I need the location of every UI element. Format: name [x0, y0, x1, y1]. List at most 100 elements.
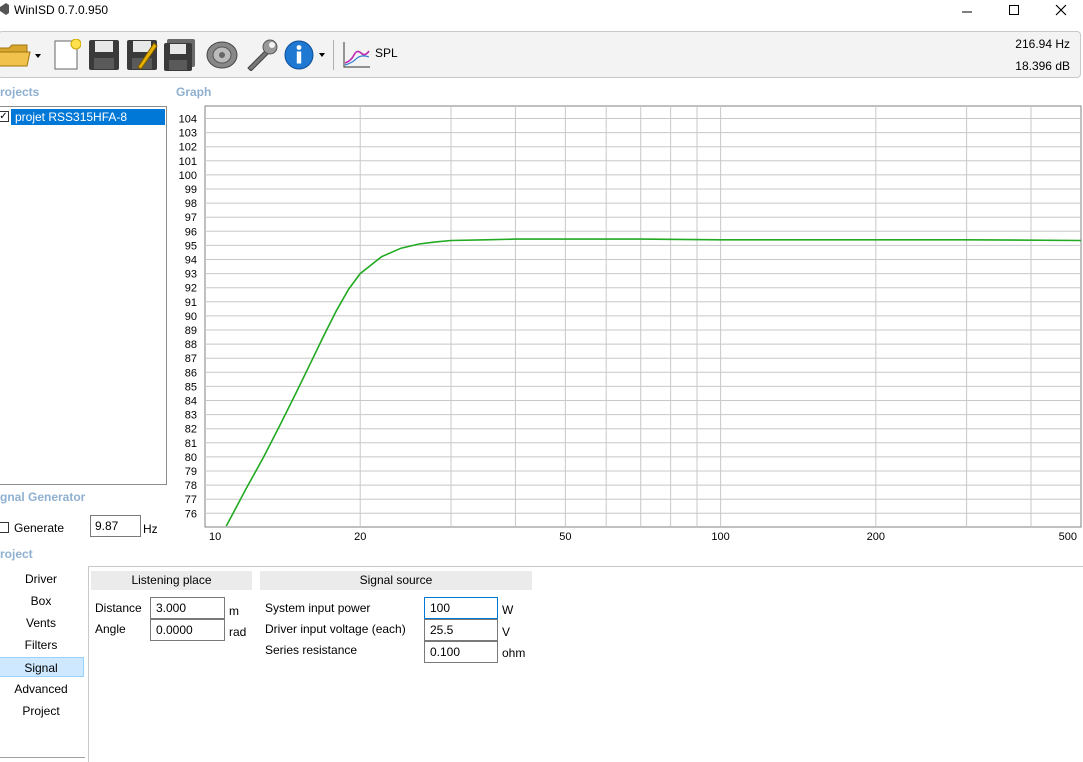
window-title: WinISD 0.7.0.950	[14, 3, 109, 17]
system-power-unit: W	[502, 603, 514, 617]
driver-editor-button[interactable]	[204, 36, 240, 74]
app-icon	[0, 3, 9, 15]
close-icon	[1055, 4, 1067, 16]
x-tick-label: 10	[209, 531, 221, 543]
minimize-button[interactable]	[944, 0, 990, 20]
angle-label: Angle	[95, 622, 126, 636]
spl-label[interactable]: SPL	[375, 46, 398, 60]
x-tick-label: 500	[1059, 531, 1077, 543]
spl-graph[interactable]: 104 103 102 101 100 99 98 97 96 95 94 93 92 91 90 89 88 8…	[172, 104, 1083, 546]
y-tick-label: 84	[185, 396, 197, 408]
save-button[interactable]	[87, 36, 121, 74]
driver-icon	[206, 41, 238, 69]
nav-vents[interactable]: Vents	[0, 613, 84, 633]
close-button[interactable]	[1038, 0, 1083, 20]
title-bar	[0, 0, 1083, 22]
distance-unit: m	[229, 604, 239, 618]
generator-frequency-unit: Hz	[143, 522, 158, 536]
maximize-icon	[1009, 5, 1019, 15]
nav-project[interactable]: Project	[0, 701, 84, 721]
y-tick-label: 91	[185, 297, 197, 309]
cursor-frequency-readout: 216.94 Hz	[1015, 37, 1070, 51]
project-list-item[interactable]: projet RSS315HFA-8	[11, 109, 165, 125]
distance-label: Distance	[95, 601, 142, 615]
nav-signal[interactable]: Signal	[0, 657, 84, 677]
y-tick-label: 78	[185, 480, 197, 492]
nav-advanced[interactable]: Advanced	[0, 679, 84, 699]
signal-source-header: Signal source	[260, 571, 532, 590]
y-tick-label: 76	[185, 508, 197, 520]
save-icon	[89, 40, 119, 70]
y-tick-label: 80	[185, 452, 197, 464]
y-tick-label: 96	[185, 226, 197, 238]
project-checkbox[interactable]: ✓	[0, 111, 9, 122]
open-folder-icon	[0, 44, 41, 67]
distance-input[interactable]: 3.000	[150, 597, 225, 619]
y-tick-label: 86	[185, 367, 197, 379]
driver-voltage-input[interactable]: 25.5	[424, 619, 498, 641]
project-section-title: roject	[0, 547, 33, 561]
info-button[interactable]	[283, 36, 329, 74]
y-tick-label: 95	[185, 240, 197, 252]
x-tick-label: 20	[354, 531, 366, 543]
maximize-button[interactable]	[991, 0, 1037, 20]
y-tick-label: 82	[185, 424, 197, 436]
minimize-icon	[962, 11, 972, 13]
y-tick-label: 90	[185, 311, 197, 323]
angle-unit: rad	[229, 625, 247, 639]
y-tick-label: 81	[185, 438, 197, 450]
x-tick-label: 100	[711, 531, 729, 543]
generator-frequency-input[interactable]: 9.87	[90, 515, 141, 537]
y-tick-label: 99	[185, 184, 197, 196]
projects-section-title: rojects	[0, 85, 40, 99]
plot-area	[204, 105, 1082, 528]
graph-section-title: Graph	[176, 85, 212, 99]
series-resistance-label: Series resistance	[265, 643, 358, 657]
y-tick-label: 98	[185, 198, 197, 210]
generate-checkbox[interactable]	[0, 522, 9, 533]
new-document-icon	[54, 39, 81, 70]
x-tick-label: 200	[867, 531, 885, 543]
y-tick-label: 79	[185, 466, 197, 478]
y-tick-label: 83	[185, 410, 197, 422]
new-project-button[interactable]	[52, 36, 82, 74]
y-tick-label: 101	[179, 156, 197, 168]
system-power-label: System input power	[265, 601, 371, 615]
series-resistance-unit: ohm	[502, 646, 526, 660]
y-tick-label: 100	[179, 170, 197, 182]
save-as-button[interactable]	[125, 36, 159, 74]
settings-wrench-icon	[247, 39, 278, 71]
info-icon	[284, 40, 325, 70]
open-project-button[interactable]	[0, 36, 44, 74]
y-tick-label: 97	[185, 212, 197, 224]
y-tick-label: 93	[185, 269, 197, 281]
settings-button[interactable]	[244, 36, 280, 74]
y-tick-label: 103	[179, 128, 197, 140]
y-tick-label: 94	[185, 255, 197, 267]
nav-driver[interactable]: Driver	[0, 569, 84, 589]
y-tick-label: 92	[185, 283, 197, 295]
y-tick-label: 87	[185, 353, 197, 365]
series-resistance-input[interactable]: 0.100	[424, 641, 498, 663]
angle-input[interactable]: 0.0000	[150, 619, 225, 641]
driver-voltage-label: Driver input voltage (each)	[265, 622, 406, 636]
driver-voltage-unit: V	[502, 625, 511, 639]
spl-chart-icon	[343, 42, 370, 68]
x-tick-label: 50	[559, 531, 571, 543]
y-tick-label: 85	[185, 381, 197, 393]
nav-filters[interactable]: Filters	[0, 635, 84, 655]
system-power-input[interactable]: 100	[424, 597, 498, 619]
y-tick-label: 104	[179, 114, 197, 126]
save-all-button[interactable]	[162, 36, 198, 74]
y-tick-label: 102	[179, 142, 197, 154]
y-tick-label: 77	[185, 494, 197, 506]
nav-divider	[0, 757, 85, 758]
save-as-icon	[127, 40, 158, 70]
nav-box[interactable]: Box	[0, 591, 84, 611]
cursor-level-readout: 18.396 dB	[1015, 59, 1070, 73]
spl-graph-button[interactable]	[340, 36, 372, 74]
generate-label: Generate	[14, 521, 65, 535]
save-all-icon	[164, 39, 195, 71]
projects-list[interactable]	[0, 106, 167, 485]
signal-generator-title: gnal Generator	[0, 490, 86, 504]
